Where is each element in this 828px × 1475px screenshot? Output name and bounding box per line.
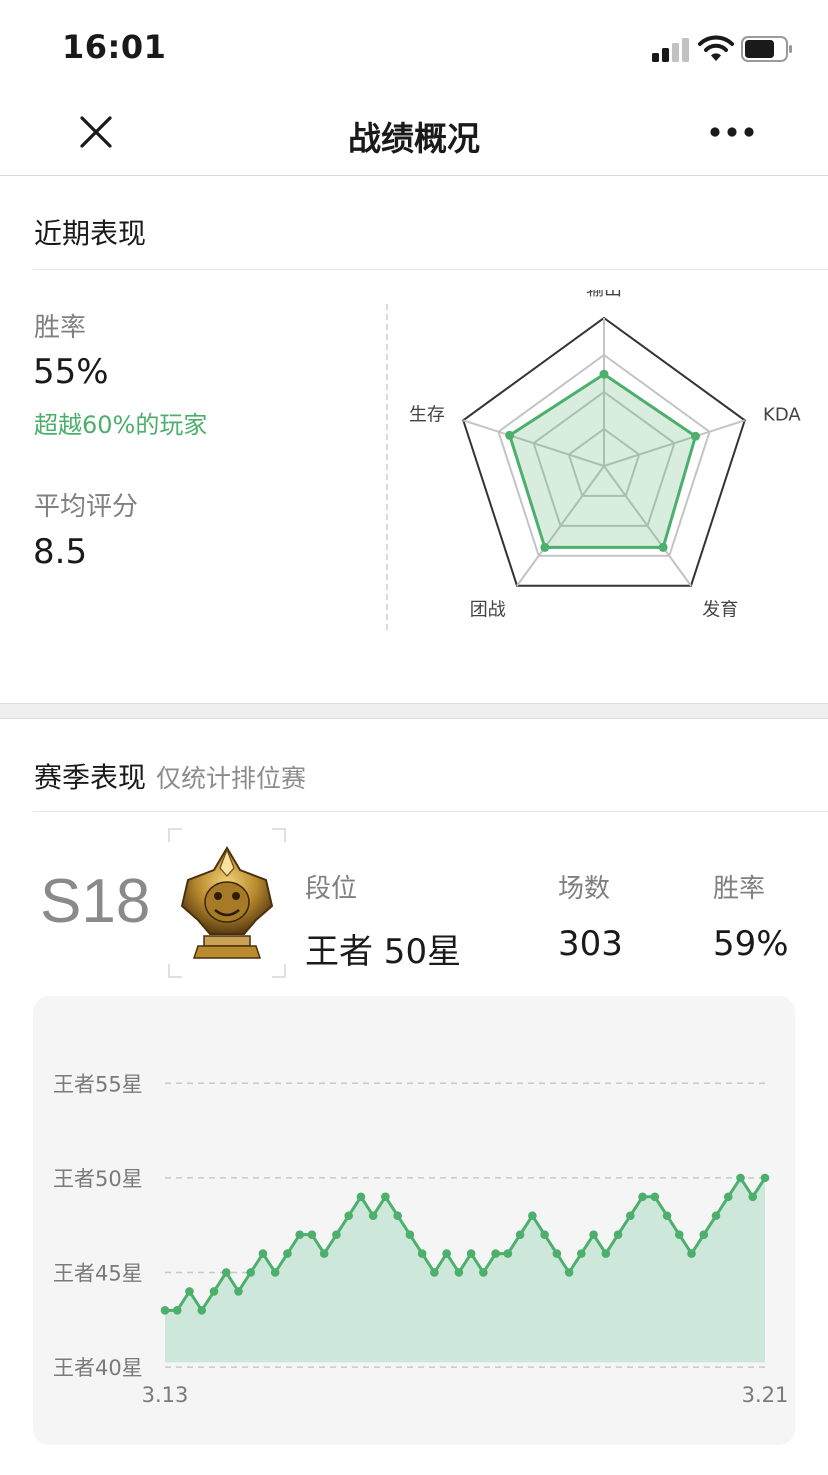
rank-point: [185, 1287, 194, 1296]
section-separator: [0, 703, 828, 719]
radar-axis-label: KDA: [763, 404, 801, 425]
rank-point: [564, 1268, 574, 1277]
radar-value-point: [658, 542, 668, 552]
season-winrate-label: 胜率: [713, 874, 766, 904]
rank-point: [479, 1268, 488, 1277]
rank-point: [760, 1173, 770, 1183]
rank-point: [270, 1268, 280, 1277]
rank-point: [356, 1192, 366, 1202]
rank-point: [234, 1287, 243, 1296]
win-rate-value: 55%: [33, 352, 109, 392]
rank-point: [344, 1211, 353, 1221]
rank-point: [295, 1230, 304, 1239]
rank-point: [319, 1249, 329, 1258]
rank-point: [307, 1230, 317, 1239]
season-subtitle: 仅统计排位赛: [156, 764, 307, 793]
rank-point: [552, 1249, 562, 1258]
avg-score-label: 平均评分: [34, 492, 139, 522]
rank-point: [209, 1287, 219, 1296]
radar-value-point: [690, 431, 700, 441]
rank-point: [503, 1249, 513, 1258]
rank-point: [332, 1230, 341, 1239]
y-tick-label: 王者55星: [53, 1072, 143, 1096]
rank-point: [160, 1306, 170, 1315]
rank-point: [674, 1230, 684, 1239]
rank-point: [466, 1249, 476, 1258]
x-end-label: 3.21: [742, 1383, 789, 1407]
radar-axis-label: 输出: [586, 290, 622, 300]
rank-point: [491, 1249, 500, 1258]
rank-trend-chart-card: 王者55星王者50星王者45星王者40星 3.13 3.21: [33, 996, 795, 1445]
radar-value-point: [505, 430, 515, 440]
rank-label: 段位: [305, 874, 358, 904]
radar-chart: 输出 KDA 发育 团战 生存: [409, 290, 801, 620]
rank-point: [393, 1211, 402, 1221]
rank-point: [368, 1211, 378, 1221]
recent-section-title: 近期表现: [34, 217, 147, 250]
rank-point: [711, 1211, 721, 1221]
rank-point: [515, 1230, 525, 1239]
rank-point: [662, 1211, 672, 1221]
rank-point: [613, 1230, 623, 1239]
rank-point: [172, 1306, 182, 1315]
rank-point: [626, 1211, 635, 1221]
rank-point: [687, 1249, 696, 1258]
season-winrate-value: 59%: [713, 924, 789, 964]
rank-point: [699, 1230, 709, 1239]
cellular-signal-icon: [652, 38, 692, 62]
win-rate-label: 胜率: [34, 313, 87, 343]
status-time: 16:01: [62, 28, 167, 66]
rank-point: [258, 1249, 268, 1258]
rank-point: [723, 1192, 733, 1202]
radar-axis-label: 生存: [409, 404, 445, 425]
rank-point: [221, 1268, 231, 1277]
radar-axis-label: 团战: [470, 599, 506, 620]
nav-bar: 战绩概况: [0, 96, 828, 176]
radar-value-point: [540, 542, 550, 552]
rank-point: [528, 1211, 537, 1221]
rank-point: [601, 1249, 611, 1258]
games-value: 303: [558, 924, 623, 964]
status-bar: 16:01: [0, 0, 828, 96]
season-code: S18: [40, 867, 151, 936]
rank-area: [165, 1177, 765, 1363]
radar-value-point: [599, 369, 609, 379]
rank-value: 王者 50星: [305, 932, 462, 972]
rank-point: [540, 1230, 549, 1239]
win-rate-note: 超越60%的玩家: [34, 411, 208, 439]
rank-point: [430, 1268, 439, 1277]
battery-icon: [741, 36, 792, 62]
wifi-icon: [698, 35, 734, 61]
games-label: 场数: [558, 874, 611, 904]
y-tick-label: 王者50星: [53, 1167, 143, 1191]
rank-point: [197, 1306, 207, 1315]
more-dots-icon[interactable]: [706, 122, 758, 142]
rank-point: [736, 1173, 745, 1183]
season-section-title: 赛季表现 仅统计排位赛: [34, 756, 306, 796]
rank-point: [748, 1192, 758, 1202]
radar-axis-label: 发育: [702, 599, 738, 620]
rank-point: [405, 1230, 415, 1239]
rank-point: [638, 1192, 647, 1202]
rank-point: [577, 1249, 586, 1258]
rank-point: [442, 1249, 451, 1258]
vertical-divider: [386, 304, 388, 630]
x-start-label: 3.13: [142, 1383, 189, 1407]
rank-point: [589, 1230, 598, 1239]
king-rank-badge-icon: [168, 828, 286, 978]
page-title: 战绩概况: [348, 119, 480, 158]
y-tick-label: 王者45星: [53, 1261, 143, 1285]
divider: [33, 811, 828, 812]
avg-score-value: 8.5: [33, 532, 88, 572]
divider: [33, 269, 828, 270]
rank-point: [283, 1249, 292, 1258]
rank-point: [650, 1192, 660, 1202]
rank-point: [454, 1268, 464, 1277]
y-tick-label: 王者40星: [53, 1356, 143, 1380]
rank-point: [246, 1268, 256, 1277]
rank-point: [417, 1249, 427, 1258]
rank-trend-chart: 王者55星王者50星王者45星王者40星 3.13 3.21: [53, 1072, 789, 1407]
season-title: 赛季表现: [34, 761, 147, 794]
rank-point: [381, 1192, 390, 1202]
